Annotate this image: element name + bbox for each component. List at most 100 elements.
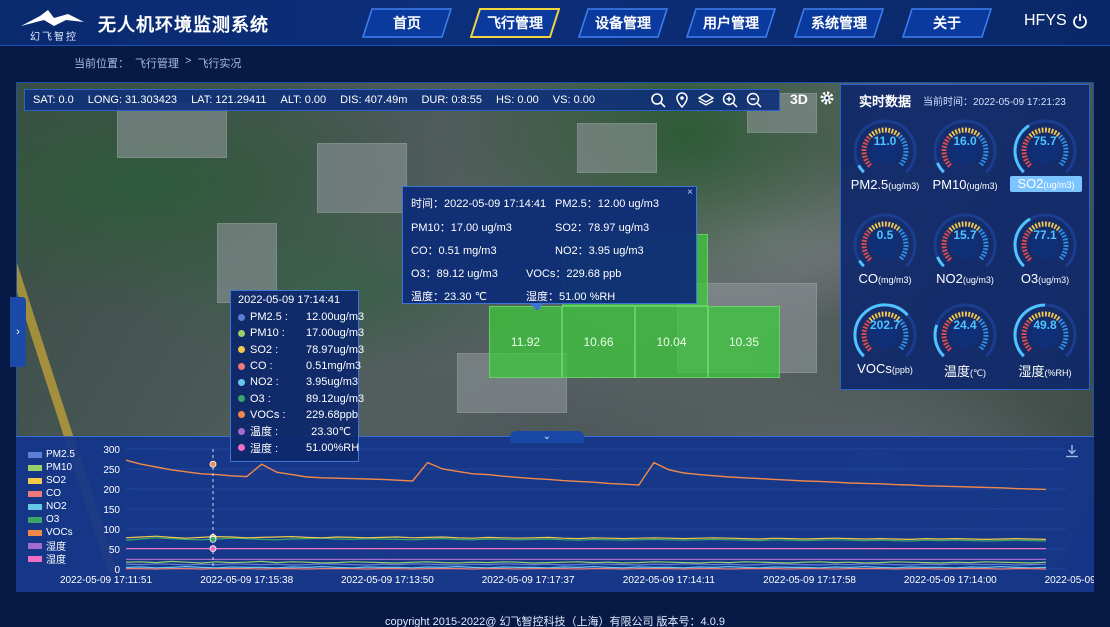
gauge-label: VOCs(ppb) bbox=[843, 361, 927, 376]
legend-label: 湿度 bbox=[46, 555, 66, 566]
series-dot bbox=[238, 411, 245, 419]
legend-item[interactable]: NO2 bbox=[28, 500, 75, 513]
line-chart[interactable]: 0501001502002503002022-05-09 17:11:51 202… bbox=[16, 437, 1110, 593]
breadcrumb-level1[interactable]: 飞行管理 bbox=[135, 55, 179, 71]
gauge-label: O3(ug/m3) bbox=[1003, 271, 1087, 286]
gauge-温度[interactable]: 24.4 温度(℃) bbox=[927, 299, 1003, 395]
crosshair-point bbox=[209, 460, 217, 468]
tooltip-series-value: 51.00%RH bbox=[306, 441, 360, 454]
x-tick-label: 2022-05-09 17:17:58 bbox=[763, 575, 856, 586]
chevron-right-icon: › bbox=[16, 326, 20, 338]
series-line-pm25[interactable] bbox=[125, 563, 1047, 566]
grid-cell[interactable]: 10.35 bbox=[708, 306, 780, 378]
chart-panel: 0 50 100 150 200 250 300 2022-05-09 17:11:51 202… bbox=[16, 436, 1110, 593]
y-tick-label: 150 bbox=[103, 505, 120, 516]
grid-cell[interactable]: 10.04 bbox=[635, 306, 708, 378]
nav-user-management[interactable]: 用户管理 bbox=[686, 8, 776, 38]
legend-item[interactable]: PM10 bbox=[28, 461, 75, 474]
legend-item[interactable]: O3 bbox=[28, 513, 75, 526]
popup-time: 时间：2022-05-09 17:14:41 bbox=[411, 198, 547, 210]
gauge-vocs[interactable]: 202.7 VOCs(ppb) bbox=[847, 299, 923, 395]
series-line-vocs[interactable] bbox=[125, 459, 1047, 491]
gauge-label-name: 温度 bbox=[943, 364, 970, 379]
chart-tooltip: 2022-05-09 17:14:41 PM2.5 :12.00ug/m3 PM1… bbox=[230, 290, 364, 462]
legend-item[interactable]: CO bbox=[28, 487, 75, 500]
map-building bbox=[317, 143, 407, 213]
y-tick-label: 50 bbox=[109, 545, 121, 556]
gauge-value: 49.8 bbox=[1033, 318, 1057, 332]
gauge-label-name: 湿度 bbox=[1018, 364, 1045, 379]
series-dot bbox=[238, 362, 245, 370]
legend-swatch bbox=[28, 529, 42, 536]
y-tick-label: 250 bbox=[103, 465, 120, 476]
gauge-o3[interactable]: 77.1 O3(ug/m3) bbox=[1007, 209, 1083, 305]
status-sat: SAT: 0.0 bbox=[33, 94, 74, 106]
gauge-pm10[interactable]: 16.0 PM10(ug/m3) bbox=[927, 115, 1003, 211]
gauge-co[interactable]: 0.5 CO(mg/m3) bbox=[847, 209, 923, 305]
status-lat: LAT: 121.29411 bbox=[191, 94, 267, 106]
download-icon[interactable] bbox=[1065, 444, 1079, 458]
series-dot bbox=[238, 427, 245, 435]
gauge-label-unit: (ug/m3) bbox=[1038, 275, 1070, 285]
series-line-no2[interactable] bbox=[125, 565, 1047, 569]
popup-so2: SO2：78.97 ug/m3 bbox=[555, 222, 650, 234]
gauge-value: 16.0 bbox=[953, 134, 977, 148]
gauge-label-name: PM10 bbox=[932, 177, 967, 192]
3d-toggle-button[interactable]: 3D bbox=[790, 91, 808, 107]
gauge-湿度[interactable]: 49.8 湿度(%RH) bbox=[1007, 299, 1083, 395]
legend-swatch bbox=[28, 555, 42, 562]
legend-item[interactable]: PM2.5 bbox=[28, 448, 75, 461]
tooltip-series-name: 湿度 : bbox=[250, 442, 279, 455]
legend-label: VOCs bbox=[46, 527, 73, 538]
x-tick-label: 2022-05-09 17:14:11 bbox=[623, 575, 716, 586]
nav-about[interactable]: 关于 bbox=[902, 8, 992, 38]
map-building bbox=[117, 103, 227, 158]
search-icon[interactable] bbox=[650, 92, 666, 108]
gauge-label: 湿度(%RH) bbox=[1003, 361, 1087, 380]
gauge-value: 202.7 bbox=[869, 318, 901, 332]
gauge-so2[interactable]: 75.7 SO2(ug/m3) bbox=[1007, 115, 1083, 211]
layers-icon[interactable] bbox=[698, 92, 714, 108]
series-dot bbox=[238, 313, 245, 321]
user-name[interactable]: HFYS bbox=[1024, 12, 1067, 30]
gauge-pm25[interactable]: 11.0 PM2.5(ug/m3) bbox=[847, 115, 923, 211]
breadcrumb-prefix: 当前位置： bbox=[74, 58, 129, 70]
grid-cell[interactable]: 10.66 bbox=[562, 306, 635, 378]
popup-o3: O3：89.12 ug/m3 bbox=[411, 268, 498, 280]
gauge-label-name: CO bbox=[858, 271, 879, 286]
nav-flight-management[interactable]: 飞行管理 bbox=[470, 8, 560, 38]
gauge-no2[interactable]: 15.7 NO2(ug/m3) bbox=[927, 209, 1003, 305]
zoom-in-icon[interactable] bbox=[722, 92, 738, 108]
collapse-chart-button[interactable]: ⌄ bbox=[510, 431, 584, 443]
zoom-out-icon[interactable] bbox=[746, 92, 762, 108]
close-icon[interactable]: × bbox=[687, 187, 693, 198]
popup-temp: 温度：23.30 ℃ bbox=[411, 291, 487, 303]
location-pin-icon[interactable] bbox=[674, 92, 690, 108]
nav-system-management[interactable]: 系统管理 bbox=[794, 8, 884, 38]
series-dot bbox=[238, 395, 245, 403]
series-line-pm10[interactable] bbox=[125, 560, 1047, 564]
popup-pointer bbox=[530, 303, 544, 311]
crosshair-point bbox=[209, 545, 217, 552]
map-toolbar bbox=[650, 89, 762, 111]
legend-item[interactable]: SO2 bbox=[28, 474, 75, 487]
gauge-value: 11.0 bbox=[873, 134, 897, 148]
sidebar-expand-handle[interactable]: › bbox=[10, 297, 26, 367]
legend-item[interactable]: 湿度 bbox=[28, 552, 75, 566]
app-title: 无人机环境监测系统 bbox=[98, 15, 269, 35]
gauge-label: PM2.5(ug/m3) bbox=[843, 177, 927, 192]
gauge-label-name: SO2 bbox=[1017, 176, 1044, 191]
tooltip-row: VOCs : 229.68ppb bbox=[238, 407, 358, 423]
map-building bbox=[577, 123, 657, 173]
power-icon[interactable] bbox=[1072, 13, 1088, 29]
gauge-value: 0.5 bbox=[876, 228, 894, 242]
gauge-label-name: VOCs bbox=[857, 361, 892, 376]
nav-home[interactable]: 首页 bbox=[362, 8, 452, 38]
gauge-label: NO2(ug/m3) bbox=[923, 271, 1007, 286]
tooltip-series-value: 229.68ppb bbox=[306, 408, 358, 421]
nav-device-management[interactable]: 设备管理 bbox=[578, 8, 668, 38]
popup-co: CO：0.51 mg/m3 bbox=[411, 245, 497, 257]
gear-icon[interactable] bbox=[818, 89, 836, 107]
legend-label: PM2.5 bbox=[46, 449, 75, 460]
grid-cell[interactable]: 11.92 bbox=[489, 306, 562, 378]
